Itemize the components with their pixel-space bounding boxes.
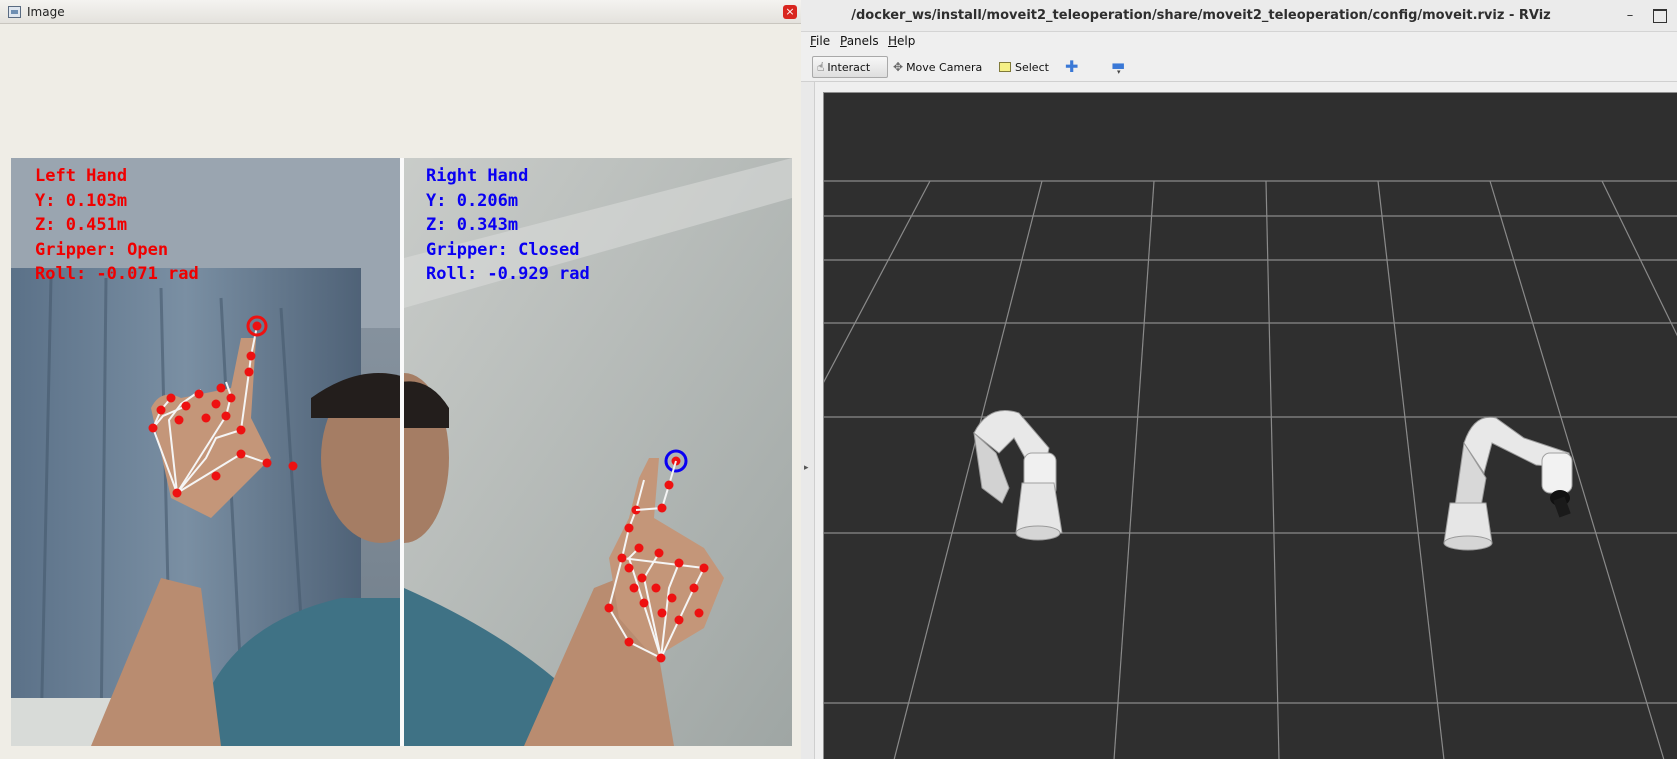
rviz-window-title: /docker_ws/install/moveit2_teleoperation… [851, 8, 1551, 23]
close-button[interactable]: × [783, 5, 797, 19]
menu-help-rest: elp [897, 34, 916, 48]
move-camera-tool-button[interactable]: ✥ Move Camera [889, 56, 986, 78]
menu-panels-mnemonic: P [840, 34, 847, 48]
menu-panels[interactable]: Panels [840, 34, 879, 48]
right-camera-view: Right Hand Y: 0.206m Z: 0.343m Gripper: … [404, 158, 792, 746]
3d-scene [824, 93, 1677, 759]
left-hand-label: Left Hand [35, 166, 128, 186]
menu-help[interactable]: Help [888, 34, 915, 48]
left-hand-roll: Roll: -0.071 rad [35, 264, 199, 284]
interact-tool-button[interactable]: ☝ Interact [812, 56, 888, 78]
3d-viewport[interactable] [823, 92, 1677, 759]
rviz-titlebar[interactable]: /docker_ws/install/moveit2_teleoperation… [801, 0, 1677, 32]
right-hand-z: Z: 0.343m [426, 215, 519, 235]
expand-panel-arrow-icon[interactable]: ▸ [804, 463, 809, 473]
menu-file-rest: ile [816, 34, 831, 48]
move-camera-tool-label: Move Camera [906, 60, 983, 74]
left-camera-view: Left Hand Y: 0.103m Z: 0.451m Gripper: O… [11, 158, 400, 746]
right-hand-roll: Roll: -0.929 rad [426, 264, 590, 284]
image-window-titlebar[interactable]: Image × [0, 0, 801, 24]
left-hand-readout: Left Hand Y: 0.103m Z: 0.451m Gripper: O… [35, 164, 199, 287]
menu-panels-rest: anels [846, 34, 879, 48]
menu-bar: File Panels Help [801, 32, 1677, 52]
dropdown-arrow-icon: ▾ [1117, 68, 1121, 76]
menu-help-mnemonic: H [888, 34, 898, 48]
hand-pointer-icon: ☝ [817, 60, 825, 74]
rviz-window: /docker_ws/install/moveit2_teleoperation… [801, 0, 1677, 759]
image-window: Image × Left Hand Y: 0.103m Z: 0.451m Gr… [0, 0, 801, 759]
minimize-button[interactable]: – [1623, 9, 1637, 23]
right-hand-label: Right Hand [426, 166, 529, 186]
menu-file[interactable]: File [810, 34, 830, 48]
tool-bar: ☝ Interact ✥ Move Camera Select [801, 52, 1677, 82]
left-hand-y: Y: 0.103m [35, 190, 128, 211]
collapsed-side-panel[interactable]: ▸ [801, 82, 815, 759]
select-tool-label: Select [1015, 60, 1049, 74]
left-hand-z: Z: 0.451m [35, 215, 128, 235]
select-tool-button[interactable]: Select [995, 56, 1053, 78]
select-rect-icon [999, 62, 1011, 72]
right-hand-y: Y: 0.206m [426, 190, 519, 211]
right-hand-readout: Right Hand Y: 0.206m Z: 0.343m Gripper: … [426, 164, 590, 287]
left-hand-gripper: Gripper: Open [35, 239, 169, 260]
right-hand-gripper: Gripper: Closed [426, 239, 580, 260]
image-window-title: Image [27, 5, 65, 19]
window-icon [8, 6, 21, 18]
interact-tool-label: Interact [827, 60, 871, 74]
minus-icon[interactable]: ▬ ▾ [1111, 56, 1125, 76]
maximize-button[interactable] [1653, 9, 1667, 23]
plus-icon[interactable]: ✚ [1065, 57, 1078, 76]
move-arrows-icon: ✥ [893, 60, 904, 74]
